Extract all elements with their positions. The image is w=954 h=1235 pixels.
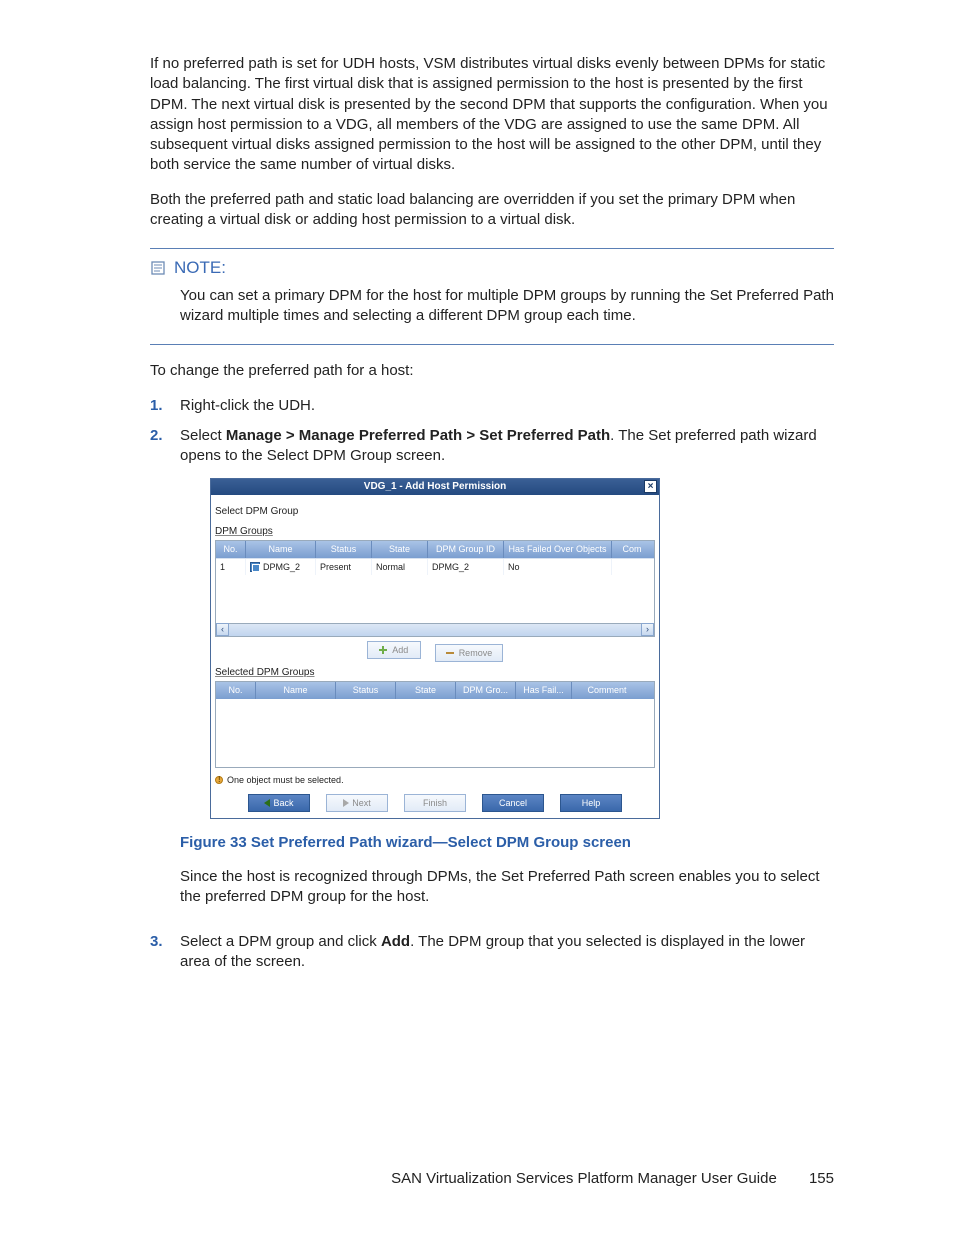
col-state[interactable]: State <box>396 682 456 698</box>
minus-icon <box>446 652 454 654</box>
lead-text: To change the preferred path for a host: <box>150 361 834 381</box>
remove-button-label: Remove <box>459 647 493 659</box>
scroll-left-icon[interactable]: ‹ <box>216 623 229 636</box>
col-failedover[interactable]: Has Failed Over Objects <box>504 541 612 557</box>
note-icon <box>150 260 166 276</box>
list-item: Right-click the UDH. <box>150 396 834 416</box>
dpm-groups-table: No. Name Status State DPM Group ID Has F… <box>215 540 655 636</box>
dialog-figure: VDG_1 - Add Host Permission × Select DPM… <box>210 478 834 818</box>
finish-button[interactable]: Finish <box>404 794 466 812</box>
cell-groupid: DPMG_2 <box>428 559 504 575</box>
step-text: Right-click the UDH. <box>180 396 834 416</box>
add-button[interactable]: Add <box>367 641 421 659</box>
cancel-button[interactable]: Cancel <box>482 794 544 812</box>
back-button[interactable]: Back <box>248 794 310 812</box>
col-groupid[interactable]: DPM Gro... <box>456 682 516 698</box>
col-status[interactable]: Status <box>316 541 372 557</box>
cell-name-text: DPMG_2 <box>263 562 300 572</box>
paragraph: Since the host is recognized through DPM… <box>180 867 834 908</box>
col-name[interactable]: Name <box>246 541 316 557</box>
col-state[interactable]: State <box>372 541 428 557</box>
dialog-titlebar: VDG_1 - Add Host Permission × <box>211 479 659 495</box>
h-scrollbar[interactable]: ‹ › <box>216 623 654 636</box>
wizard-nav: Back Next Finish Cancel Help <box>215 790 655 814</box>
figure-caption: Figure 33 Set Preferred Path wizard—Sele… <box>180 833 834 853</box>
cell-name: DPMG_2 <box>246 559 316 575</box>
col-status[interactable]: Status <box>336 682 396 698</box>
help-button[interactable]: Help <box>560 794 622 812</box>
section-label: Select DPM Group <box>215 505 655 519</box>
table-row[interactable]: 1 DPMG_2 Present Normal DPMG_2 No <box>216 558 654 575</box>
col-failedover[interactable]: Has Fail... <box>516 682 572 698</box>
dialog-window: VDG_1 - Add Host Permission × Select DPM… <box>210 478 660 818</box>
plus-icon <box>379 646 387 654</box>
warning-text: One object must be selected. <box>227 774 344 786</box>
dialog-title-text: VDG_1 - Add Host Permission <box>364 481 506 492</box>
text-run-bold: Manage > Manage Preferred Path > Set Pre… <box>226 427 610 444</box>
text-run: Select <box>180 427 226 444</box>
table-header: No. Name Status State DPM Group ID Has F… <box>216 541 654 557</box>
divider <box>150 248 834 249</box>
groups-label: DPM Groups <box>215 525 655 539</box>
text-run: Select a DPM group and click <box>180 933 381 950</box>
col-groupid[interactable]: DPM Group ID <box>428 541 504 557</box>
col-name[interactable]: Name <box>256 682 336 698</box>
cell-failedover: No <box>504 559 612 575</box>
cell-no: 1 <box>216 559 246 575</box>
cell-status: Present <box>316 559 372 575</box>
list-item: Select a DPM group and click Add. The DP… <box>150 932 834 973</box>
col-no[interactable]: No. <box>216 682 256 698</box>
note-heading: NOTE: <box>150 257 834 280</box>
paragraph: Both the preferred path and static load … <box>150 190 834 231</box>
col-comment[interactable]: Comment <box>572 682 642 698</box>
note-label: NOTE: <box>174 257 226 280</box>
dpm-icon <box>250 562 260 572</box>
selected-groups-label: Selected DPM Groups <box>215 666 655 680</box>
paragraph: If no preferred path is set for UDH host… <box>150 54 834 176</box>
arrow-left-icon <box>264 799 270 807</box>
cell-comment <box>612 559 652 575</box>
page-number: 155 <box>809 1169 834 1189</box>
table-blank <box>216 699 654 767</box>
cancel-label: Cancel <box>499 797 527 809</box>
next-label: Next <box>352 797 371 809</box>
selected-groups-table: No. Name Status State DPM Gro... Has Fai… <box>215 681 655 767</box>
add-button-label: Add <box>392 644 408 656</box>
step-text: Select a DPM group and click Add. The DP… <box>180 932 834 973</box>
page-footer: SAN Virtualization Services Platform Man… <box>0 1169 954 1189</box>
step-text: Select Manage > Manage Preferred Path > … <box>180 426 834 922</box>
help-label: Help <box>582 797 601 809</box>
list-item: Select Manage > Manage Preferred Path > … <box>150 426 834 922</box>
next-button[interactable]: Next <box>326 794 388 812</box>
cell-state: Normal <box>372 559 428 575</box>
arrow-right-icon <box>343 799 349 807</box>
text-run-bold: Add <box>381 933 410 950</box>
scroll-right-icon[interactable]: › <box>641 623 654 636</box>
back-label: Back <box>273 797 293 809</box>
validation-message: One object must be selected. <box>215 774 655 786</box>
finish-label: Finish <box>423 797 447 809</box>
col-no[interactable]: No. <box>216 541 246 557</box>
footer-title: SAN Virtualization Services Platform Man… <box>391 1170 777 1187</box>
remove-button[interactable]: Remove <box>435 644 504 662</box>
ordered-list: Right-click the UDH. Select Manage > Man… <box>150 396 834 972</box>
note-body: You can set a primary DPM for the host f… <box>180 286 834 327</box>
divider <box>150 344 834 345</box>
table-header: No. Name Status State DPM Gro... Has Fai… <box>216 682 654 698</box>
close-icon[interactable]: × <box>644 480 657 493</box>
col-comment[interactable]: Com <box>612 541 652 557</box>
warning-icon <box>215 776 223 784</box>
table-blank <box>216 575 654 623</box>
